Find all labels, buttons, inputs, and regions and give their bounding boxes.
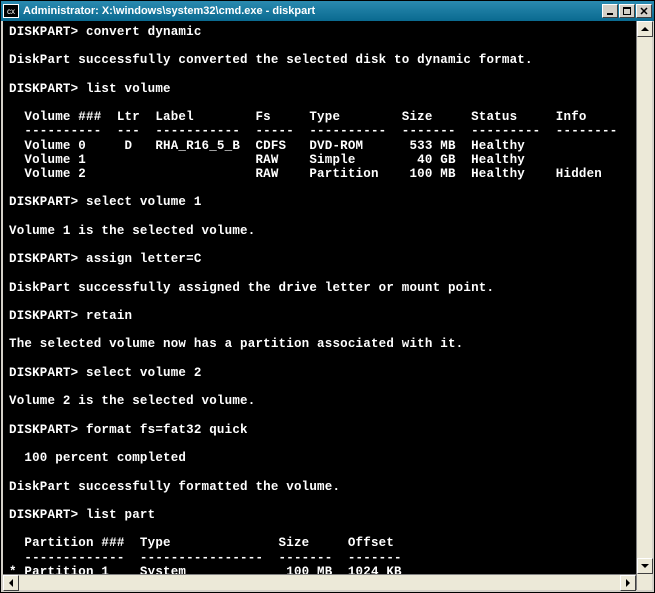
console-line: DISKPART> assign letter=C — [9, 252, 202, 266]
console-line: Volume 2 is the selected volume. — [9, 394, 255, 408]
console-line: ---------- --- ----------- ----- -------… — [9, 124, 617, 138]
console-line: 100 percent completed — [9, 451, 186, 465]
console-icon: cx — [3, 4, 19, 18]
scroll-track-vertical[interactable] — [637, 37, 652, 558]
window-title: Administrator: X:\windows\system32\cmd.e… — [23, 5, 602, 17]
console-line: DISKPART> list part — [9, 508, 155, 522]
console-output[interactable]: DISKPART> convert dynamic DiskPart succe… — [3, 21, 636, 574]
console-line: * Partition 1 System 100 MB 1024 KB — [9, 565, 402, 574]
scrollbar-corner — [636, 574, 652, 590]
maximize-button[interactable] — [619, 4, 635, 18]
console-line: DISKPART> select volume 2 — [9, 366, 202, 380]
console-line: DISKPART> retain — [9, 309, 132, 323]
console-line: The selected volume now has a partition … — [9, 337, 463, 351]
scroll-left-button[interactable] — [3, 575, 19, 591]
console-line: DISKPART> format fs=fat32 quick — [9, 423, 248, 437]
scroll-down-button[interactable] — [637, 558, 653, 574]
console-line: DISKPART> list volume — [9, 82, 171, 96]
console-line: DiskPart successfully assigned the drive… — [9, 281, 494, 295]
console-line: DISKPART> convert dynamic — [9, 25, 202, 39]
console-line: Volume 1 is the selected volume. — [9, 224, 255, 238]
console-line: Volume 0 D RHA_R16_5_B CDFS DVD-ROM 533 … — [9, 139, 525, 153]
scroll-track-horizontal[interactable] — [19, 575, 620, 590]
scroll-up-button[interactable] — [637, 21, 653, 37]
vertical-scrollbar[interactable] — [636, 21, 652, 574]
console-line: Volume 1 RAW Simple 40 GB Healthy — [9, 153, 525, 167]
minimize-button[interactable] — [602, 4, 618, 18]
console-line: DiskPart successfully formatted the volu… — [9, 480, 340, 494]
console-line: DISKPART> select volume 1 — [9, 195, 202, 209]
console-line: DiskPart successfully converted the sele… — [9, 53, 533, 67]
client-area: DISKPART> convert dynamic DiskPart succe… — [1, 21, 654, 592]
horizontal-scrollbar[interactable] — [3, 574, 636, 590]
console-line: ------------- ---------------- ------- -… — [9, 551, 402, 565]
titlebar[interactable]: cx Administrator: X:\windows\system32\cm… — [1, 1, 654, 21]
window-buttons — [602, 4, 652, 18]
close-button[interactable] — [636, 4, 652, 18]
scroll-right-button[interactable] — [620, 575, 636, 591]
console-line: Partition ### Type Size Offset — [9, 536, 394, 550]
console-line: Volume ### Ltr Label Fs Type Size Status… — [9, 110, 587, 124]
window-frame: cx Administrator: X:\windows\system32\cm… — [0, 0, 655, 593]
console-line: Volume 2 RAW Partition 100 MB Healthy Hi… — [9, 167, 602, 181]
